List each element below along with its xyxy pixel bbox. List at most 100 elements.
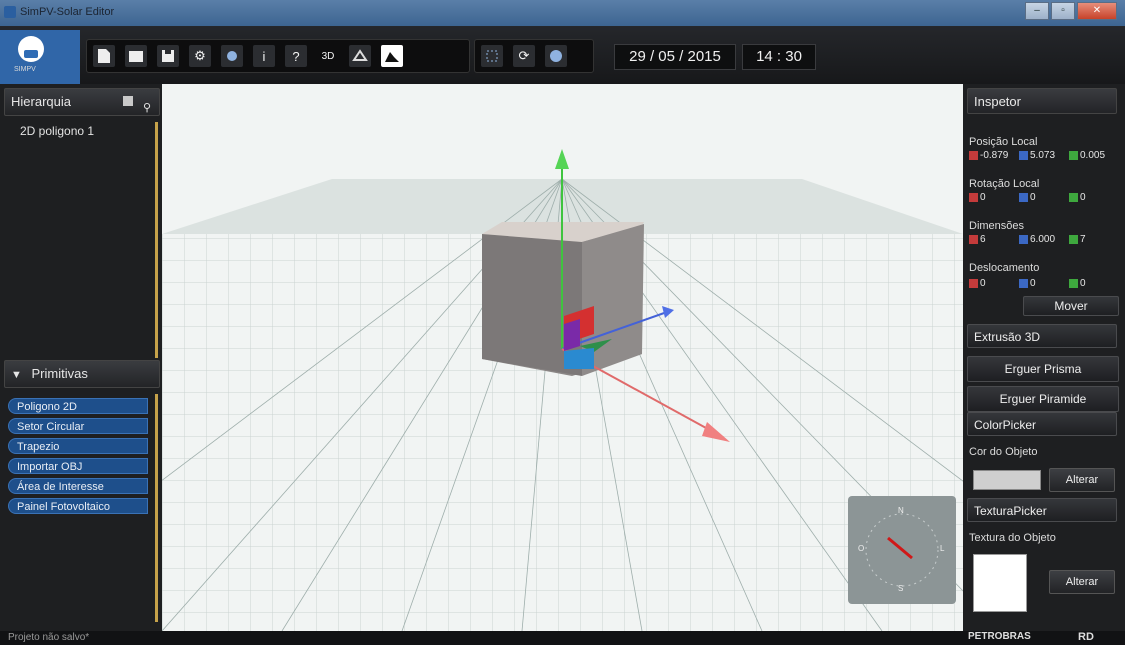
y-axis-icon bbox=[1019, 151, 1028, 160]
save-icon[interactable] bbox=[157, 45, 179, 67]
info-button[interactable]: i bbox=[253, 45, 275, 67]
dimensoes-label: Dimensões bbox=[969, 220, 1025, 232]
collapse-arrow-icon: ▼ bbox=[11, 369, 22, 381]
view-perspective-icon[interactable] bbox=[349, 45, 371, 67]
hierarchy-title: Hierarquia bbox=[11, 94, 71, 109]
help-button[interactable]: ? bbox=[285, 45, 307, 67]
add-object-icon[interactable] bbox=[123, 96, 133, 106]
petrobras-logo: PETROBRAS bbox=[968, 631, 1031, 642]
cor-alterar-button[interactable]: Alterar bbox=[1049, 468, 1115, 492]
window-title: SimPV-Solar Editor bbox=[20, 6, 115, 18]
primitives-title: Primitivas bbox=[31, 366, 88, 381]
hierarchy-item[interactable]: 2D poligono 1 bbox=[20, 124, 94, 138]
deslocamento-y[interactable]: 0 bbox=[1030, 278, 1036, 289]
rotacao-fields: 0 0 0 bbox=[969, 192, 1119, 203]
settings-gear-icon[interactable]: ⚙ bbox=[189, 45, 211, 67]
textura-objeto-label: Textura do Objeto bbox=[969, 532, 1056, 544]
scene-viewport[interactable]: N S L O bbox=[162, 84, 963, 631]
minimize-button[interactable]: – bbox=[1025, 2, 1049, 20]
z-axis-icon bbox=[1069, 235, 1078, 244]
primitive-painel-fotovoltaico[interactable]: Painel Fotovoltaico bbox=[8, 498, 148, 514]
time-field[interactable]: 14 : 30 bbox=[742, 44, 816, 70]
dimensoes-fields: 6 6.000 7 bbox=[969, 234, 1119, 245]
posicao-z[interactable]: 0.005 bbox=[1080, 150, 1105, 161]
primitive-poligono-2d[interactable]: Poligono 2D bbox=[8, 398, 148, 414]
compass-south: S bbox=[898, 584, 904, 593]
compass-widget[interactable]: N S L O bbox=[848, 496, 956, 604]
left-panel: Hierarquia ⚲ 2D poligono 1 ▼ Primitivas … bbox=[0, 84, 162, 631]
maximize-button[interactable]: ▫ bbox=[1051, 2, 1075, 20]
posicao-x[interactable]: -0.879 bbox=[980, 150, 1008, 161]
deslocamento-fields: 0 0 0 bbox=[969, 278, 1119, 289]
scale-tool-icon[interactable] bbox=[545, 45, 567, 67]
object-color-swatch[interactable] bbox=[973, 470, 1041, 490]
move-tool-icon[interactable] bbox=[481, 45, 503, 67]
y-axis-icon bbox=[1019, 279, 1028, 288]
terrain-view-icon[interactable] bbox=[381, 45, 403, 67]
rd-logo: RD bbox=[1078, 631, 1094, 643]
texture-preview[interactable] bbox=[973, 554, 1027, 612]
compass-north: N bbox=[898, 506, 904, 515]
dimensoes-z[interactable]: 7 bbox=[1080, 234, 1086, 245]
y-axis-icon bbox=[1019, 235, 1028, 244]
deslocamento-x[interactable]: 0 bbox=[980, 278, 986, 289]
primitive-area-interesse[interactable]: Área de Interesse bbox=[8, 478, 148, 494]
z-axis-icon bbox=[1069, 151, 1078, 160]
posicao-y[interactable]: 5.073 bbox=[1030, 150, 1055, 161]
primitive-trapezio[interactable]: Trapezio bbox=[8, 438, 148, 454]
inspector-panel: Inspetor Posição Local -0.879 5.073 0.00… bbox=[963, 84, 1125, 631]
z-axis-icon bbox=[1069, 279, 1078, 288]
logo-text: SIMPV bbox=[14, 66, 36, 73]
rotacao-x[interactable]: 0 bbox=[980, 192, 986, 203]
dimensoes-y[interactable]: 6.000 bbox=[1030, 234, 1055, 245]
cor-objeto-label: Cor do Objeto bbox=[969, 446, 1038, 458]
x-axis-icon bbox=[969, 235, 978, 244]
compass-west: O bbox=[858, 544, 865, 553]
extrusao-3d-button[interactable]: Extrusão 3D bbox=[967, 324, 1117, 348]
primitives-header[interactable]: ▼ Primitivas bbox=[4, 360, 160, 388]
rotacao-z[interactable]: 0 bbox=[1080, 192, 1086, 203]
primitive-setor-circular[interactable]: Setor Circular bbox=[8, 418, 148, 434]
status-text: Projeto não salvo* bbox=[8, 632, 90, 643]
open-file-icon[interactable] bbox=[125, 45, 147, 67]
y-axis-icon bbox=[1019, 193, 1028, 202]
erguer-prisma-button[interactable]: Erguer Prisma bbox=[967, 356, 1119, 382]
textura-alterar-button[interactable]: Alterar bbox=[1049, 570, 1115, 594]
posicao-label: Posição Local bbox=[969, 136, 1038, 148]
close-button[interactable]: ✕ bbox=[1077, 2, 1117, 20]
posicao-fields: -0.879 5.073 0.005 bbox=[969, 150, 1119, 161]
app-icon bbox=[4, 6, 16, 18]
compass-east: L bbox=[940, 544, 945, 553]
sun-target-icon[interactable] bbox=[221, 45, 243, 67]
inspector-title: Inspetor bbox=[967, 88, 1117, 114]
rotate-tool-icon[interactable]: ⟳ bbox=[513, 45, 535, 67]
app-logo: SIMPV bbox=[8, 34, 56, 76]
toolbar: SIMPV ⚙ i ? 3D ⟳ 29 / 05 / 2015 14: 30 bbox=[0, 26, 1125, 84]
dimensoes-x[interactable]: 6 bbox=[980, 234, 986, 245]
rotacao-label: Rotação Local bbox=[969, 178, 1040, 190]
deslocamento-z[interactable]: 0 bbox=[1080, 278, 1086, 289]
view-3d-button[interactable]: 3D bbox=[317, 45, 339, 67]
search-icon[interactable]: ⚲ bbox=[143, 95, 151, 121]
new-file-icon[interactable] bbox=[93, 45, 115, 67]
hierarchy-header: Hierarquia ⚲ bbox=[4, 88, 160, 116]
z-axis-icon bbox=[1069, 193, 1078, 202]
primitive-importar-obj[interactable]: Importar OBJ bbox=[8, 458, 148, 474]
rotacao-y[interactable]: 0 bbox=[1030, 192, 1036, 203]
x-axis-icon bbox=[969, 193, 978, 202]
texturapicker-header: TexturaPicker bbox=[967, 498, 1117, 522]
status-bar: Projeto não salvo* PETROBRAS RD bbox=[0, 631, 1125, 645]
x-axis-icon bbox=[969, 151, 978, 160]
primitives-scrollbar[interactable] bbox=[155, 394, 158, 622]
toolbar-main-group: ⚙ i ? 3D bbox=[86, 39, 470, 73]
title-bar: SimPV-Solar Editor – ▫ ✕ bbox=[0, 0, 1125, 26]
scene-canvas[interactable] bbox=[162, 84, 963, 631]
hierarchy-scrollbar[interactable] bbox=[155, 122, 158, 358]
transform-tools-group: ⟳ bbox=[474, 39, 594, 73]
erguer-piramide-button[interactable]: Erguer Piramide bbox=[967, 386, 1119, 412]
x-axis-icon bbox=[969, 279, 978, 288]
date-field[interactable]: 29 / 05 / 2015 bbox=[614, 44, 736, 70]
mover-button[interactable]: Mover bbox=[1023, 296, 1119, 316]
window-controls: – ▫ ✕ bbox=[1025, 2, 1117, 20]
deslocamento-label: Deslocamento bbox=[969, 262, 1040, 274]
